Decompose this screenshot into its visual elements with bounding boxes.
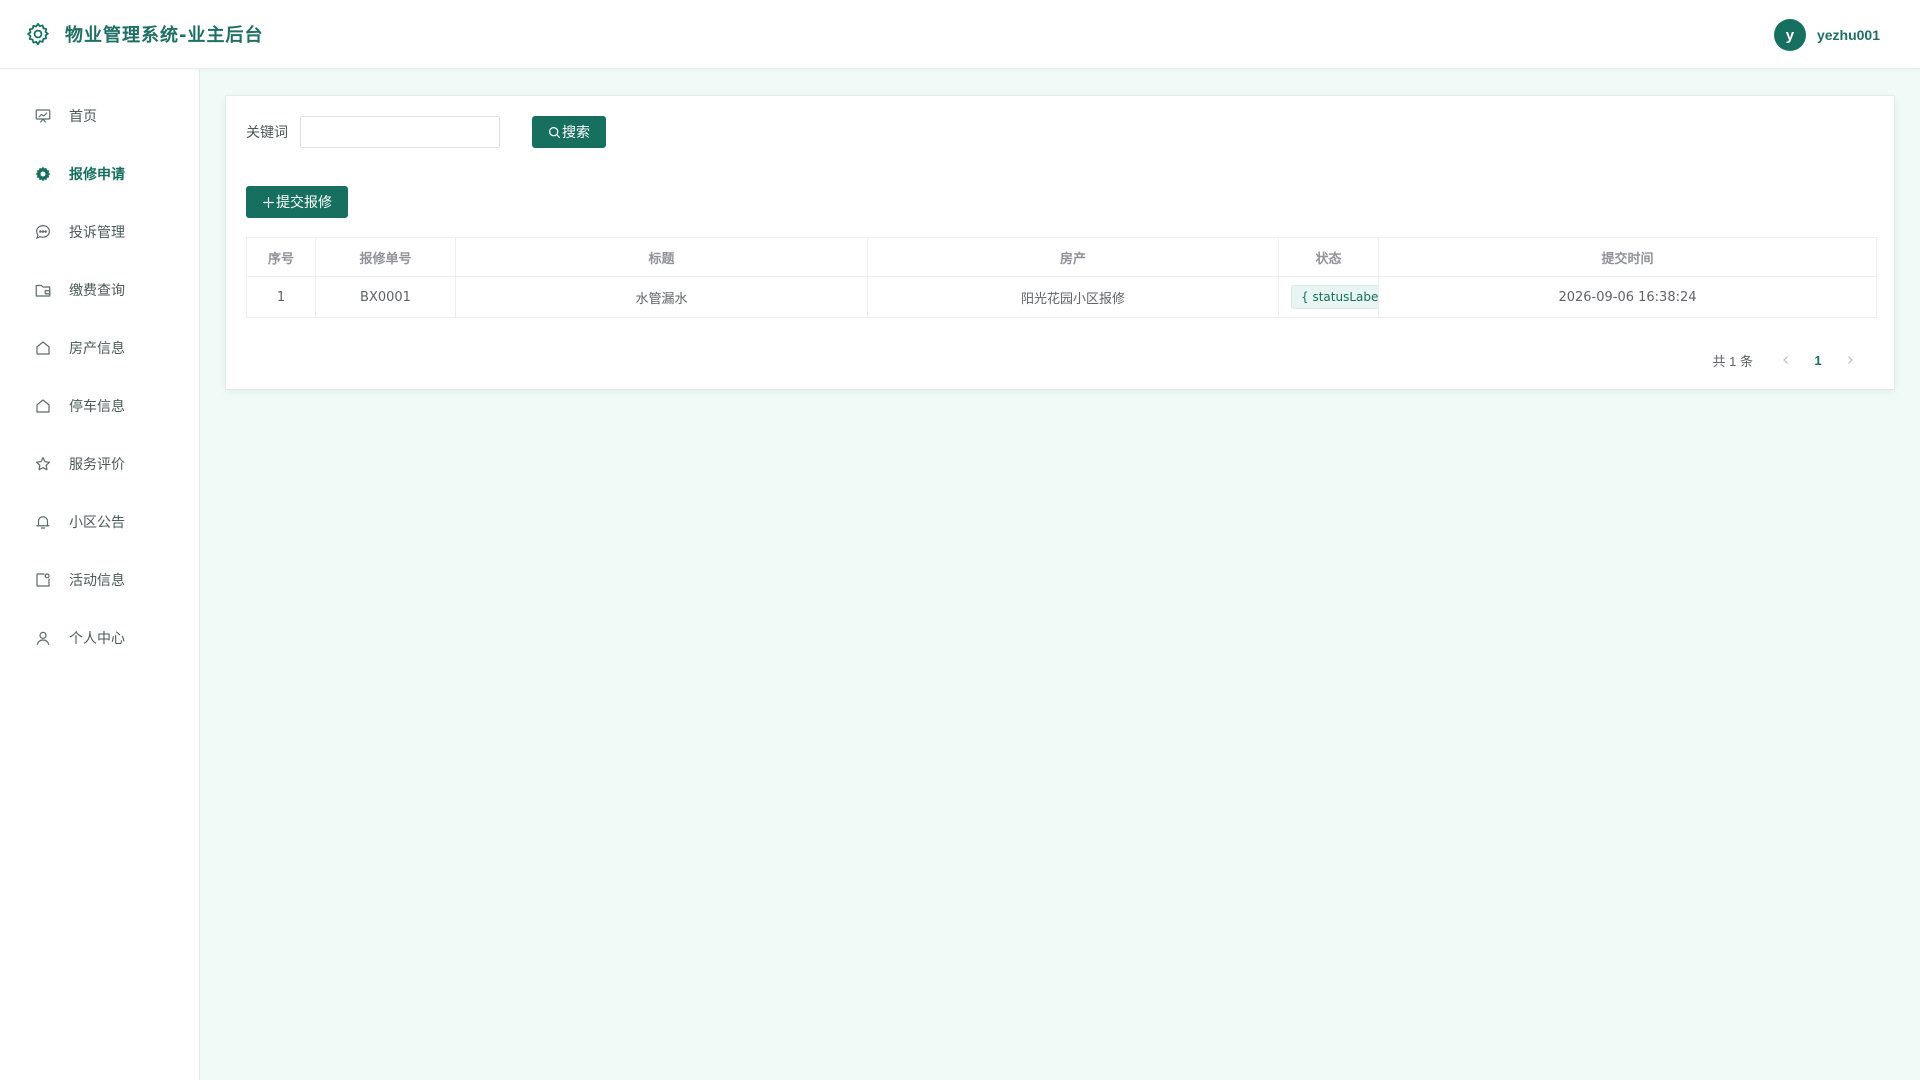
search-input[interactable] <box>300 116 500 148</box>
page-number-current[interactable]: 1 <box>1801 346 1835 374</box>
search-label: 关键词 <box>246 125 288 141</box>
sidebar-item-label: 缴费查询 <box>69 283 125 299</box>
sidebar-item-repair[interactable]: 报修申请 <box>0 145 199 203</box>
cell-status: { statusLabel(r <box>1278 276 1379 318</box>
column-header: 房产 <box>867 237 1279 277</box>
cell-order-no: BX0001 <box>315 276 456 318</box>
next-page-button[interactable] <box>1835 346 1865 374</box>
cell-title: 水管漏水 <box>455 276 868 318</box>
column-header: 标题 <box>455 237 868 277</box>
search-bar: 关键词 搜索 <box>246 116 606 148</box>
gear-icon <box>27 22 49 46</box>
top-header: 物业管理系统-业主后台 y yezhu001 <box>0 0 1920 69</box>
table-header-row: 序号 报修单号 标题 房产 状态 提交时间 <box>246 237 1877 277</box>
search-button[interactable]: 搜索 <box>532 116 606 148</box>
cell-time: 2026-09-06 16:38:24 <box>1378 276 1877 318</box>
chevron-left-icon <box>1783 356 1788 364</box>
star-icon <box>36 457 50 471</box>
sidebar-item-property[interactable]: 房产信息 <box>0 319 199 377</box>
sidebar-item-label: 房产信息 <box>69 341 125 357</box>
status-badge: { statusLabel(r <box>1291 285 1378 309</box>
table-row[interactable]: 1 BX0001 水管漏水 阳光花园小区报修 { statusLabel(r 2… <box>246 276 1877 318</box>
sidebar-item-home[interactable]: 首页 <box>0 87 199 145</box>
sidebar-item-activities[interactable]: 活动信息 <box>0 551 199 609</box>
avatar[interactable]: y <box>1773 19 1806 51</box>
cell-index: 1 <box>246 276 316 318</box>
username[interactable]: yezhu001 <box>1817 27 1880 43</box>
bell-icon <box>36 516 50 529</box>
sidebar-item-announcements[interactable]: 小区公告 <box>0 493 199 551</box>
sidebar-item-label: 活动信息 <box>69 573 125 589</box>
column-header: 提交时间 <box>1378 237 1877 277</box>
sidebar-item-payments[interactable]: 缴费查询 <box>0 261 199 319</box>
sidebar-item-label: 小区公告 <box>69 515 125 531</box>
sidebar-item-label: 个人中心 <box>69 631 125 647</box>
brand: 物业管理系统-业主后台 <box>25 20 263 48</box>
chart-board-icon <box>35 109 51 123</box>
sidebar-item-label: 服务评价 <box>69 457 125 473</box>
app-title: 物业管理系统-业主后台 <box>65 25 264 46</box>
user-menu[interactable]: y yezhu001 <box>1773 19 1880 51</box>
cell-property: 阳光花园小区报修 <box>867 276 1279 318</box>
sidebar: 首页 报修申请 投诉管理 缴费查询 房产信息 停车信息 服务评价 小区公告 活动… <box>0 69 200 1080</box>
prev-page-button[interactable] <box>1771 346 1801 374</box>
activity-icon <box>36 573 50 587</box>
repair-list-card: 关键词 搜索 提交报修 序号 报修单号 标题 房产 状态 提交时间 1 BX00… <box>225 95 1895 390</box>
house-icon <box>36 399 50 413</box>
column-header: 状态 <box>1278 237 1379 277</box>
house-icon <box>36 341 50 355</box>
pagination: 共 1 条 1 <box>1713 346 1865 374</box>
search-button-label: 搜索 <box>562 125 590 141</box>
column-header: 序号 <box>246 237 316 277</box>
chat-bubble-icon <box>36 225 50 240</box>
sidebar-item-parking[interactable]: 停车信息 <box>0 377 199 435</box>
submit-repair-button[interactable]: 提交报修 <box>246 186 348 218</box>
chevron-right-icon <box>1848 356 1853 364</box>
column-header: 报修单号 <box>315 237 456 277</box>
repair-table: 序号 报修单号 标题 房产 状态 提交时间 1 BX0001 水管漏水 阳光花园… <box>246 237 1877 318</box>
sidebar-item-label: 停车信息 <box>69 399 125 415</box>
sidebar-item-profile[interactable]: 个人中心 <box>0 609 199 667</box>
sidebar-item-label: 报修申请 <box>69 167 125 183</box>
submit-repair-label: 提交报修 <box>276 195 332 211</box>
sidebar-item-service-rating[interactable]: 服务评价 <box>0 435 199 493</box>
sidebar-item-complaints[interactable]: 投诉管理 <box>0 203 199 261</box>
pagination-total: 共 1 条 <box>1712 353 1753 369</box>
sidebar-item-label: 首页 <box>69 109 97 125</box>
sidebar-item-label: 投诉管理 <box>69 225 125 241</box>
plus-icon <box>263 196 274 208</box>
sidebar-menu: 首页 报修申请 投诉管理 缴费查询 房产信息 停车信息 服务评价 小区公告 活动… <box>0 69 199 667</box>
user-icon <box>36 631 50 645</box>
gear-icon <box>35 166 51 182</box>
search-icon <box>548 126 561 138</box>
wallet-icon <box>35 284 51 297</box>
